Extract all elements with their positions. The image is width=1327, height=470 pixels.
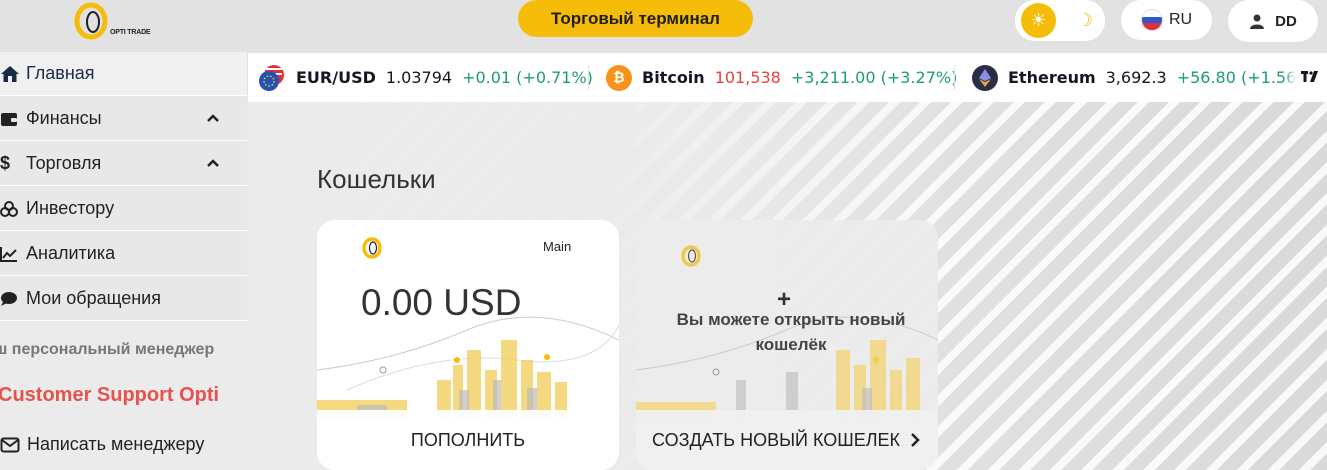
user-menu-button[interactable]: DD — [1228, 0, 1318, 42]
ticker-item-ethereum[interactable]: Ethereum 3,692.3 +56.80 (+1.56%) — [972, 53, 1318, 102]
ticker-symbol: Bitcoin — [642, 68, 705, 87]
sidebar-item-label: Торговля — [26, 153, 102, 173]
ticker-item-eurusd[interactable]: EUR/USD 1.03794 +0.01 (+0.71%) — [258, 53, 593, 102]
create-wallet-button[interactable]: СОЗДАТЬ НОВЫЙ КОШЕЛЕК — [636, 410, 938, 470]
ticker-separator — [954, 65, 955, 90]
logo-text: OPTI TRADE — [110, 29, 151, 36]
russia-flag-icon — [1140, 9, 1163, 31]
sun-icon[interactable]: ☀ — [1021, 3, 1056, 38]
city-illustration — [317, 316, 619, 420]
manager-name: Customer Support Opti — [0, 384, 220, 406]
coins-icon — [0, 200, 22, 217]
sidebar-item-investor[interactable]: Инвестору — [0, 187, 247, 231]
ticker-separator — [588, 65, 589, 90]
chevron-up-icon[interactable] — [206, 111, 220, 125]
header: OPTI TRADE Торговый терминал ☀ ☽ RU DD — [0, 0, 1327, 52]
language-selector[interactable]: RU — [1121, 0, 1212, 40]
create-wallet-label: СОЗДАТЬ НОВЫЙ КОШЕЛЕК — [652, 429, 901, 450]
logo-icon — [74, 2, 108, 40]
deposit-button[interactable]: ПОПОЛНИТЬ — [317, 410, 619, 470]
ticker-price: 1.03794 — [385, 68, 453, 87]
write-manager-label: Написать менеджеру — [27, 434, 205, 454]
page-title: Кошельки — [317, 164, 436, 194]
sidebar-item-label: Мои обращения — [26, 288, 161, 308]
moon-icon[interactable]: ☽ — [1077, 10, 1097, 30]
sidebar-item-finance[interactable]: Финансы — [0, 97, 247, 141]
user-icon — [1250, 14, 1265, 29]
user-initials: DD — [1275, 12, 1297, 30]
bitcoin-icon: ₿ — [606, 64, 632, 91]
manager-title: ш персональный менеджер — [0, 341, 215, 358]
wallet-logo-icon — [681, 245, 701, 267]
chevron-right-icon — [911, 433, 920, 447]
language-label: RU — [1168, 11, 1193, 28]
new-wallet-text: Вы можете открыть новый кошелёк — [676, 310, 906, 354]
comment-icon — [0, 291, 22, 307]
logo[interactable] — [72, 2, 152, 42]
dollar-icon: $ — [0, 153, 11, 173]
ticker-symbol: EUR/USD — [296, 68, 376, 87]
ticker-change: +0.01 (+0.71%) — [462, 68, 593, 87]
tradingview-logo-icon[interactable] — [1296, 66, 1326, 88]
chevron-up-icon[interactable] — [206, 156, 220, 170]
sidebar-item-label: Главная — [26, 63, 95, 83]
sidebar-item-analytics[interactable]: Аналитика — [0, 232, 247, 276]
new-wallet-card[interactable]: + Вы можете открыть новый кошелёк СОЗДАТ… — [636, 220, 938, 470]
trading-terminal-button[interactable]: Торговый терминал — [518, 0, 753, 37]
main-content: Кошельки Main 0.00 USD ПОПОЛНИТЬ + Вы мо… — [247, 102, 1327, 470]
ticker-price: 3,692.3 — [1105, 68, 1167, 87]
wallet-label: Main — [543, 239, 572, 254]
wallet-logo-icon — [362, 237, 382, 259]
wallet-balance: 0.00 USD — [361, 282, 522, 323]
ticker-item-bitcoin[interactable]: ₿ Bitcoin 101,538 +3,211.00 (+3.27%) — [606, 53, 957, 102]
ticker-symbol: Ethereum — [1008, 68, 1096, 87]
sidebar-item-home[interactable]: Главная — [0, 52, 247, 96]
write-manager-link[interactable]: Написать менеджеру — [0, 434, 204, 455]
ticker-tape: EUR/USD 1.03794 +0.01 (+0.71%) ₿ Bitcoin… — [248, 53, 1327, 102]
sidebar-item-trading[interactable]: $ Торговля — [0, 142, 247, 186]
ethereum-icon — [972, 64, 998, 91]
chart-line-icon — [0, 246, 22, 262]
home-icon — [0, 65, 22, 83]
ticker-change: +3,211.00 (+3.27%) — [790, 68, 958, 87]
sidebar: Главная Финансы $ Торговля Инвестору Ана… — [0, 52, 247, 470]
envelope-icon — [0, 437, 20, 452]
wallet-icon — [0, 111, 22, 127]
eur-usd-flag-icon — [259, 64, 284, 91]
sidebar-item-label: Финансы — [26, 108, 102, 128]
sidebar-item-requests[interactable]: Мои обращения — [0, 277, 247, 321]
ticker-price: 101,538 — [714, 68, 781, 87]
wallet-card-main[interactable]: Main 0.00 USD ПОПОЛНИТЬ — [317, 220, 619, 470]
sidebar-item-label: Аналитика — [26, 243, 116, 263]
theme-toggle[interactable]: ☀ ☽ — [1015, 0, 1105, 41]
sidebar-item-label: Инвестору — [26, 198, 115, 218]
